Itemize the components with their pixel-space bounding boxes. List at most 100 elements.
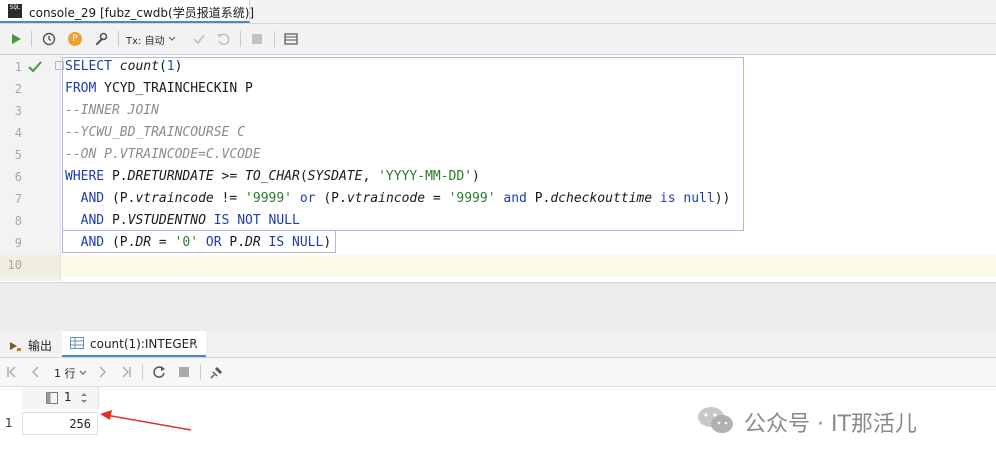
rows-dropdown[interactable]: 1 行	[54, 365, 87, 381]
code-token: --ON P.VTRAINCODE=C.VCODE	[65, 147, 261, 162]
refresh-icon[interactable]	[152, 365, 166, 379]
code-token: ,	[362, 169, 379, 184]
code-token: >=	[213, 169, 246, 184]
column-header-label: 1	[64, 390, 72, 404]
check-icon	[193, 34, 205, 45]
code-line: --INNER JOIN	[65, 103, 159, 118]
watermark-text: 公众号 · IT那活儿	[744, 412, 917, 437]
tab-close-icon[interactable]: ×	[235, 3, 245, 17]
code-line: AND (P.DR = '0' OR P.DR IS NULL)	[65, 235, 332, 250]
code-token: --INNER JOIN	[65, 103, 159, 118]
rows-label: 1 行	[54, 367, 76, 380]
code-token: DRETURNDATE	[127, 169, 214, 184]
line-number: 10	[7, 258, 22, 272]
toolbar-divider	[142, 364, 143, 380]
code-token: )	[323, 235, 332, 250]
code-token: FROM	[65, 81, 105, 96]
code-token: OR	[198, 235, 230, 250]
toolbar-divider	[31, 31, 32, 47]
code-token: DR	[245, 235, 261, 250]
chevron-down-icon	[79, 370, 86, 375]
undo-icon	[217, 33, 230, 46]
code-token: TO_CHAR	[245, 169, 300, 184]
code-token: VSTUDENTNO	[127, 213, 206, 228]
code-token: IS NULL	[260, 235, 324, 250]
console-tab[interactable]: SQL console_29 [fubz_cwdb(学员报道系统)] ×	[0, 0, 254, 23]
line-number: 4	[14, 126, 22, 140]
code-token: '0'	[174, 235, 199, 250]
result-value: 256	[69, 417, 91, 431]
result-cell[interactable]: 256	[22, 412, 98, 435]
line-number: 8	[14, 214, 22, 228]
editor-tab-bar: SQL console_29 [fubz_cwdb(学员报道系统)] ×	[0, 0, 996, 24]
code-token: is null	[652, 191, 715, 206]
explain-plan-button[interactable]: P	[64, 28, 86, 50]
play-icon	[12, 34, 21, 44]
line-number: 2	[14, 82, 22, 96]
next-page-icon[interactable]	[96, 366, 108, 378]
code-token: vtraincode	[135, 191, 214, 206]
tab-result[interactable]: count(1):INTEGER ×	[62, 331, 206, 357]
code-token: =	[425, 191, 449, 206]
tab-output-label: 输出	[28, 339, 53, 353]
code-token: P.	[111, 213, 128, 228]
code-token: AND	[65, 235, 112, 250]
code-token: dcheckouttime	[550, 191, 653, 206]
code-token: (P.	[111, 235, 136, 250]
first-page-icon[interactable]	[6, 366, 18, 378]
code-token: !=	[213, 191, 246, 206]
history-button[interactable]	[38, 28, 60, 50]
code-token: IS NOT NULL	[205, 213, 300, 228]
toolbar-divider	[274, 31, 275, 47]
stop-button[interactable]	[246, 28, 268, 50]
rollback-button[interactable]	[212, 28, 234, 50]
code-token: (	[158, 59, 167, 74]
stop-icon	[252, 34, 262, 44]
code-token: (P.	[111, 191, 136, 206]
tab-output[interactable]: 输出	[8, 337, 52, 354]
output-icon	[10, 341, 21, 351]
code-line: AND P.VSTUDENTNO IS NOT NULL	[65, 213, 300, 228]
commit-button[interactable]	[188, 28, 210, 50]
chevron-down-icon	[168, 36, 176, 41]
run-button[interactable]	[6, 28, 26, 50]
code-token: or	[292, 191, 324, 206]
transaction-mode-dropdown[interactable]: Tx: 自动	[126, 28, 182, 50]
stop-icon[interactable]	[178, 366, 190, 378]
settings-button[interactable]	[90, 28, 112, 50]
code-token: and	[495, 191, 535, 206]
code-token: SYSDATE	[307, 169, 363, 184]
code-line: AND (P.vtraincode != '9999' or (P.vtrain…	[65, 191, 731, 206]
corner-cell	[0, 387, 23, 409]
panel-splitter[interactable]	[0, 282, 996, 331]
code-line: --ON P.VTRAINCODE=C.VCODE	[65, 147, 261, 162]
code-token: P.	[111, 169, 128, 184]
output-layout-button[interactable]	[280, 28, 302, 50]
code-token: (	[299, 169, 308, 184]
code-token: AND	[65, 213, 112, 228]
code-token: P.	[534, 191, 551, 206]
code-token: 'YYYY-MM-DD'	[378, 169, 473, 184]
last-page-icon[interactable]	[120, 366, 132, 378]
code-token: --YCWU_BD_TRAINCOURSE C	[65, 125, 246, 140]
code-token: count	[119, 59, 159, 74]
tx-mode-label: Tx: 自动	[126, 35, 165, 47]
code-token: DR	[135, 235, 152, 250]
line-number: 6	[14, 170, 22, 184]
editor-toolbar: P Tx: 自动	[0, 24, 996, 55]
code-line: SELECT count(1)	[65, 59, 182, 74]
grid-icon	[70, 337, 84, 349]
current-line-highlight	[61, 255, 996, 277]
fold-marker-icon[interactable]	[55, 61, 64, 70]
red-arrow-annotation	[100, 410, 192, 431]
prev-page-icon[interactable]	[30, 366, 42, 378]
code-token: P.	[229, 235, 246, 250]
p-badge-icon: P	[68, 32, 82, 46]
pin-icon[interactable]	[210, 365, 224, 379]
row-number: 1	[5, 416, 13, 430]
tab-result-close-icon[interactable]: ×	[188, 336, 198, 350]
sort-icon[interactable]	[80, 392, 88, 404]
code-token: AND	[65, 191, 112, 206]
code-line: WHERE P.DRETURNDATE >= TO_CHAR(SYSDATE, …	[65, 169, 480, 184]
column-header[interactable]: 1	[22, 387, 99, 409]
